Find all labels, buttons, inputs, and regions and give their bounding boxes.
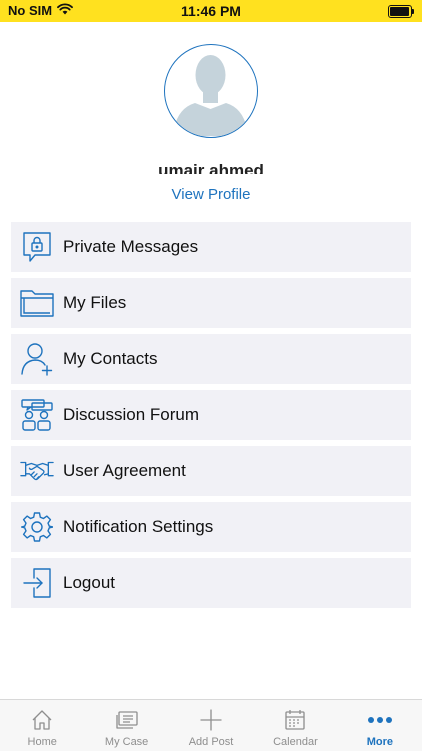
- calendar-icon: [282, 708, 308, 732]
- tab-more[interactable]: More: [338, 700, 422, 751]
- tab-calendar[interactable]: Calendar: [253, 700, 337, 751]
- menu-item-label: Discussion Forum: [63, 405, 200, 424]
- home-icon: [29, 708, 55, 732]
- battery-icon: [388, 5, 414, 18]
- more-menu: Private Messages My Files My Contacts Di…: [11, 222, 411, 614]
- tab-bar: Home My Case Add Post Calendar More: [0, 699, 422, 751]
- status-bar: No SIM 11:46 PM: [0, 0, 422, 22]
- case-icon: [114, 708, 140, 732]
- tab-label: My Case: [104, 736, 149, 748]
- tab-add-post[interactable]: Add Post: [169, 700, 253, 751]
- menu-item-notification-settings[interactable]: Notification Settings: [11, 502, 411, 552]
- menu-item-label: My Contacts: [63, 349, 158, 368]
- more-dots-icon: [367, 708, 393, 732]
- lock-message-icon: [20, 230, 54, 264]
- menu-item-label: User Agreement: [63, 461, 186, 480]
- tab-my-case[interactable]: My Case: [84, 700, 168, 751]
- status-time: 11:46 PM: [181, 3, 241, 19]
- logout-icon: [20, 566, 54, 600]
- menu-item-discussion-forum[interactable]: Discussion Forum: [11, 390, 411, 440]
- avatar[interactable]: [164, 44, 258, 138]
- menu-item-label: Logout: [63, 573, 115, 592]
- gear-icon: [20, 510, 54, 544]
- profile-username: umair ahmed: [158, 161, 264, 174]
- tab-label: Calendar: [273, 736, 318, 748]
- menu-item-my-files[interactable]: My Files: [11, 278, 411, 328]
- menu-item-user-agreement[interactable]: User Agreement: [11, 446, 411, 496]
- menu-item-label: My Files: [63, 293, 127, 312]
- menu-item-private-messages[interactable]: Private Messages: [11, 222, 411, 272]
- menu-item-my-contacts[interactable]: My Contacts: [11, 334, 411, 384]
- forum-icon: [20, 398, 54, 432]
- tab-label: Add Post: [188, 736, 234, 748]
- tab-label: Home: [27, 736, 57, 748]
- menu-item-label: Notification Settings: [63, 517, 214, 536]
- tab-home[interactable]: Home: [0, 700, 84, 751]
- folder-icon: [20, 286, 54, 320]
- menu-item-logout[interactable]: Logout: [11, 558, 411, 608]
- handshake-icon: [20, 454, 54, 488]
- view-profile-link[interactable]: View Profile: [0, 186, 422, 203]
- tab-label: More: [366, 736, 393, 748]
- add-contact-icon: [20, 342, 54, 376]
- menu-item-label: Private Messages: [63, 237, 199, 256]
- plus-icon: [198, 708, 224, 732]
- user-silhouette-icon: [173, 55, 248, 137]
